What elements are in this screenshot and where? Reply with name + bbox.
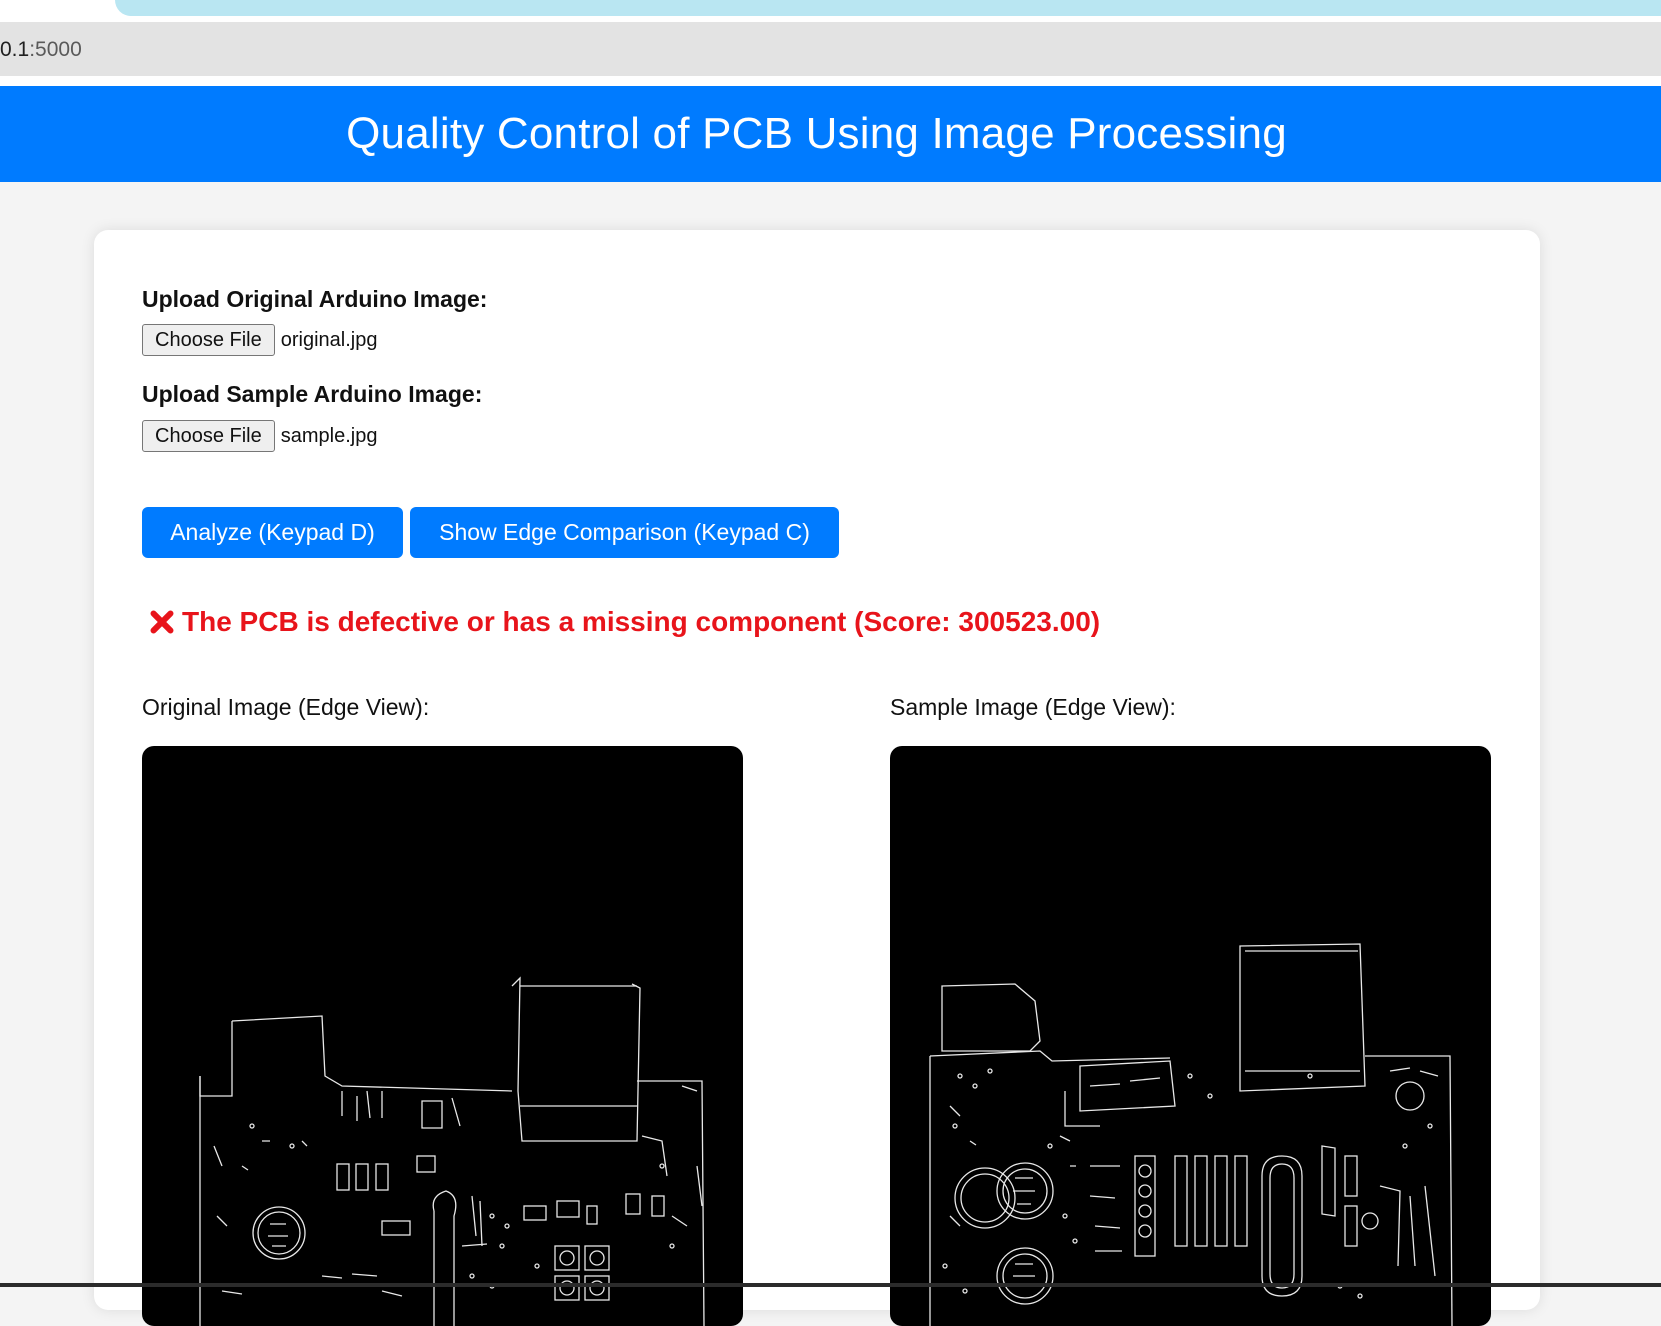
browser-tab-bar: [0, 0, 1661, 22]
chrome-divider: [0, 76, 1661, 86]
result-text: The PCB is defective or has a missing co…: [182, 606, 1101, 637]
result-message: The PCB is defective or has a missing co…: [146, 606, 1100, 638]
url-text[interactable]: 0.1:5000: [0, 38, 82, 62]
original-edge-drawing: [199, 976, 705, 1326]
sample-view-label: Sample Image (Edge View):: [890, 694, 1176, 720]
original-file-name: original.jpg: [280, 328, 378, 351]
original-upload-label: Upload Original Arduino Image:: [142, 286, 488, 312]
url-port: :5000: [29, 38, 82, 61]
browser-tab-strip[interactable]: [115, 0, 1661, 16]
bottom-edge: [0, 1283, 1661, 1287]
original-choose-file-button[interactable]: Choose File: [142, 324, 275, 356]
sample-upload-label: Upload Sample Arduino Image:: [142, 381, 483, 407]
original-view-label: Original Image (Edge View):: [142, 694, 430, 720]
page-header: Quality Control of PCB Using Image Proce…: [0, 86, 1661, 182]
edge-comparison-button[interactable]: Show Edge Comparison (Keypad C): [410, 507, 839, 558]
sample-choose-file-button[interactable]: Choose File: [142, 420, 275, 452]
browser-address-bar[interactable]: 0.1:5000: [0, 22, 1661, 76]
page-title: Quality Control of PCB Using Image Proce…: [346, 109, 1287, 158]
original-file-input[interactable]: Choose File original.jpg: [142, 324, 377, 356]
main-card: Upload Original Arduino Image: Choose Fi…: [94, 230, 1540, 1326]
url-host: 0.1: [0, 38, 30, 61]
sample-edge-drawing: [929, 943, 1453, 1326]
original-edge-image: [142, 746, 743, 1326]
sample-file-name: sample.jpg: [280, 424, 378, 447]
cross-mark-icon: [146, 606, 178, 638]
analyze-button[interactable]: Analyze (Keypad D): [142, 507, 403, 558]
sample-file-input[interactable]: Choose File sample.jpg: [142, 420, 377, 452]
sample-edge-image: [890, 746, 1491, 1326]
